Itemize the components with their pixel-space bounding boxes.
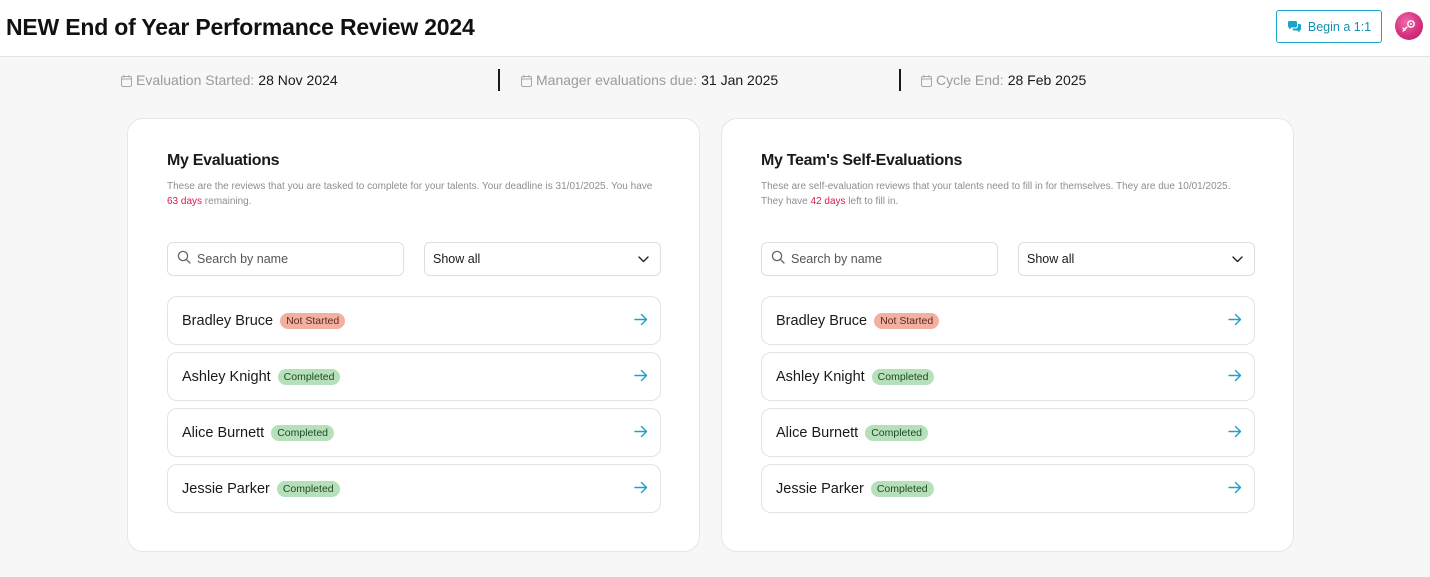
- filter-value: Show all: [433, 252, 481, 266]
- begin-button-label: Begin a 1:1: [1307, 19, 1372, 34]
- talent-name: Jessie Parker: [776, 480, 864, 497]
- team-self-evaluations-panel: My Team's Self-Evaluations These are sel…: [721, 118, 1294, 552]
- list-item[interactable]: Ashley Knight Completed: [167, 352, 661, 401]
- status-badge: Completed: [871, 368, 935, 385]
- status-badge: Completed: [870, 480, 934, 497]
- talent-name: Alice Burnett: [776, 424, 859, 441]
- manager-evaluations-due-date: Manager evaluations due: 31 Jan 2025: [521, 72, 778, 88]
- search-icon: [771, 250, 785, 269]
- date-value: 31 Jan 2025: [701, 72, 779, 88]
- status-badge: Completed: [865, 424, 928, 441]
- status-filter-select[interactable]: Show all: [424, 242, 661, 276]
- arrow-right-icon[interactable]: [634, 313, 648, 331]
- divider: [498, 69, 500, 91]
- talent-name: Bradley Bruce: [776, 312, 868, 329]
- status-badge: Completed: [277, 368, 341, 385]
- avatar-icon[interactable]: [1395, 12, 1423, 40]
- search-input[interactable]: [791, 252, 981, 266]
- status-filter-select[interactable]: Show all: [1018, 242, 1255, 276]
- status-badge: Completed: [271, 424, 334, 441]
- arrow-right-icon[interactable]: [634, 369, 648, 387]
- arrow-right-icon[interactable]: [634, 481, 648, 499]
- search-input[interactable]: [197, 252, 387, 266]
- my-evaluations-panel: My Evaluations These are the reviews tha…: [127, 118, 700, 552]
- search-icon: [177, 250, 191, 269]
- date-label: Evaluation Started:: [136, 72, 255, 88]
- list-item[interactable]: Jessie Parker Completed: [167, 464, 661, 513]
- list-item[interactable]: Jessie Parker Completed: [761, 464, 1255, 513]
- search-field[interactable]: [761, 242, 998, 276]
- chevron-down-icon: [1232, 252, 1243, 266]
- date-value: 28 Nov 2024: [258, 72, 338, 88]
- calendar-icon: [921, 74, 932, 87]
- days-remaining: 42 days: [810, 196, 846, 207]
- date-label: Cycle End:: [936, 72, 1004, 88]
- days-remaining: 63 days: [167, 196, 203, 207]
- chevron-down-icon: [638, 252, 649, 266]
- panel-description: These are the reviews that you are taske…: [167, 181, 653, 207]
- evaluation-started-date: Evaluation Started: 28 Nov 2024: [121, 72, 338, 88]
- talent-name: Jessie Parker: [182, 480, 270, 497]
- cycle-end-date: Cycle End: 28 Feb 2025: [921, 72, 1086, 88]
- filter-value: Show all: [1027, 252, 1075, 266]
- begin-one-on-one-button[interactable]: Begin a 1:1: [1276, 10, 1382, 43]
- list-item[interactable]: Alice Burnett Completed: [761, 408, 1255, 457]
- date-label: Manager evaluations due:: [536, 72, 698, 88]
- review-dates-bar: Evaluation Started: 28 Nov 2024 Manager …: [0, 57, 1430, 103]
- talent-name: Bradley Bruce: [182, 312, 274, 329]
- panel-title: My Team's Self-Evaluations: [761, 152, 963, 169]
- calendar-icon: [121, 74, 132, 87]
- calendar-icon: [521, 74, 532, 87]
- status-badge: Not Started: [874, 312, 940, 329]
- list-item[interactable]: Alice Burnett Completed: [167, 408, 661, 457]
- page-title: NEW End of Year Performance Review 2024: [6, 14, 475, 40]
- search-field[interactable]: [167, 242, 404, 276]
- talent-name: Ashley Knight: [776, 368, 865, 385]
- status-badge: Not Started: [280, 312, 346, 329]
- panel-description: These are self-evaluation reviews that y…: [761, 181, 1231, 207]
- divider: [899, 69, 901, 91]
- panel-title: My Evaluations: [167, 152, 280, 169]
- list-item[interactable]: Ashley Knight Completed: [761, 352, 1255, 401]
- talent-name: Ashley Knight: [182, 368, 271, 385]
- arrow-right-icon[interactable]: [634, 425, 648, 443]
- arrow-right-icon[interactable]: [1228, 481, 1242, 499]
- chat-icon: [1287, 20, 1302, 33]
- arrow-right-icon[interactable]: [1228, 425, 1242, 443]
- status-badge: Completed: [276, 480, 340, 497]
- top-bar: NEW End of Year Performance Review 2024 …: [0, 0, 1430, 57]
- list-item[interactable]: Bradley Bruce Not Started: [761, 296, 1255, 345]
- arrow-right-icon[interactable]: [1228, 369, 1242, 387]
- date-value: 28 Feb 2025: [1007, 72, 1087, 88]
- talent-name: Alice Burnett: [182, 424, 265, 441]
- arrow-right-icon[interactable]: [1228, 313, 1242, 331]
- list-item[interactable]: Bradley Bruce Not Started: [167, 296, 661, 345]
